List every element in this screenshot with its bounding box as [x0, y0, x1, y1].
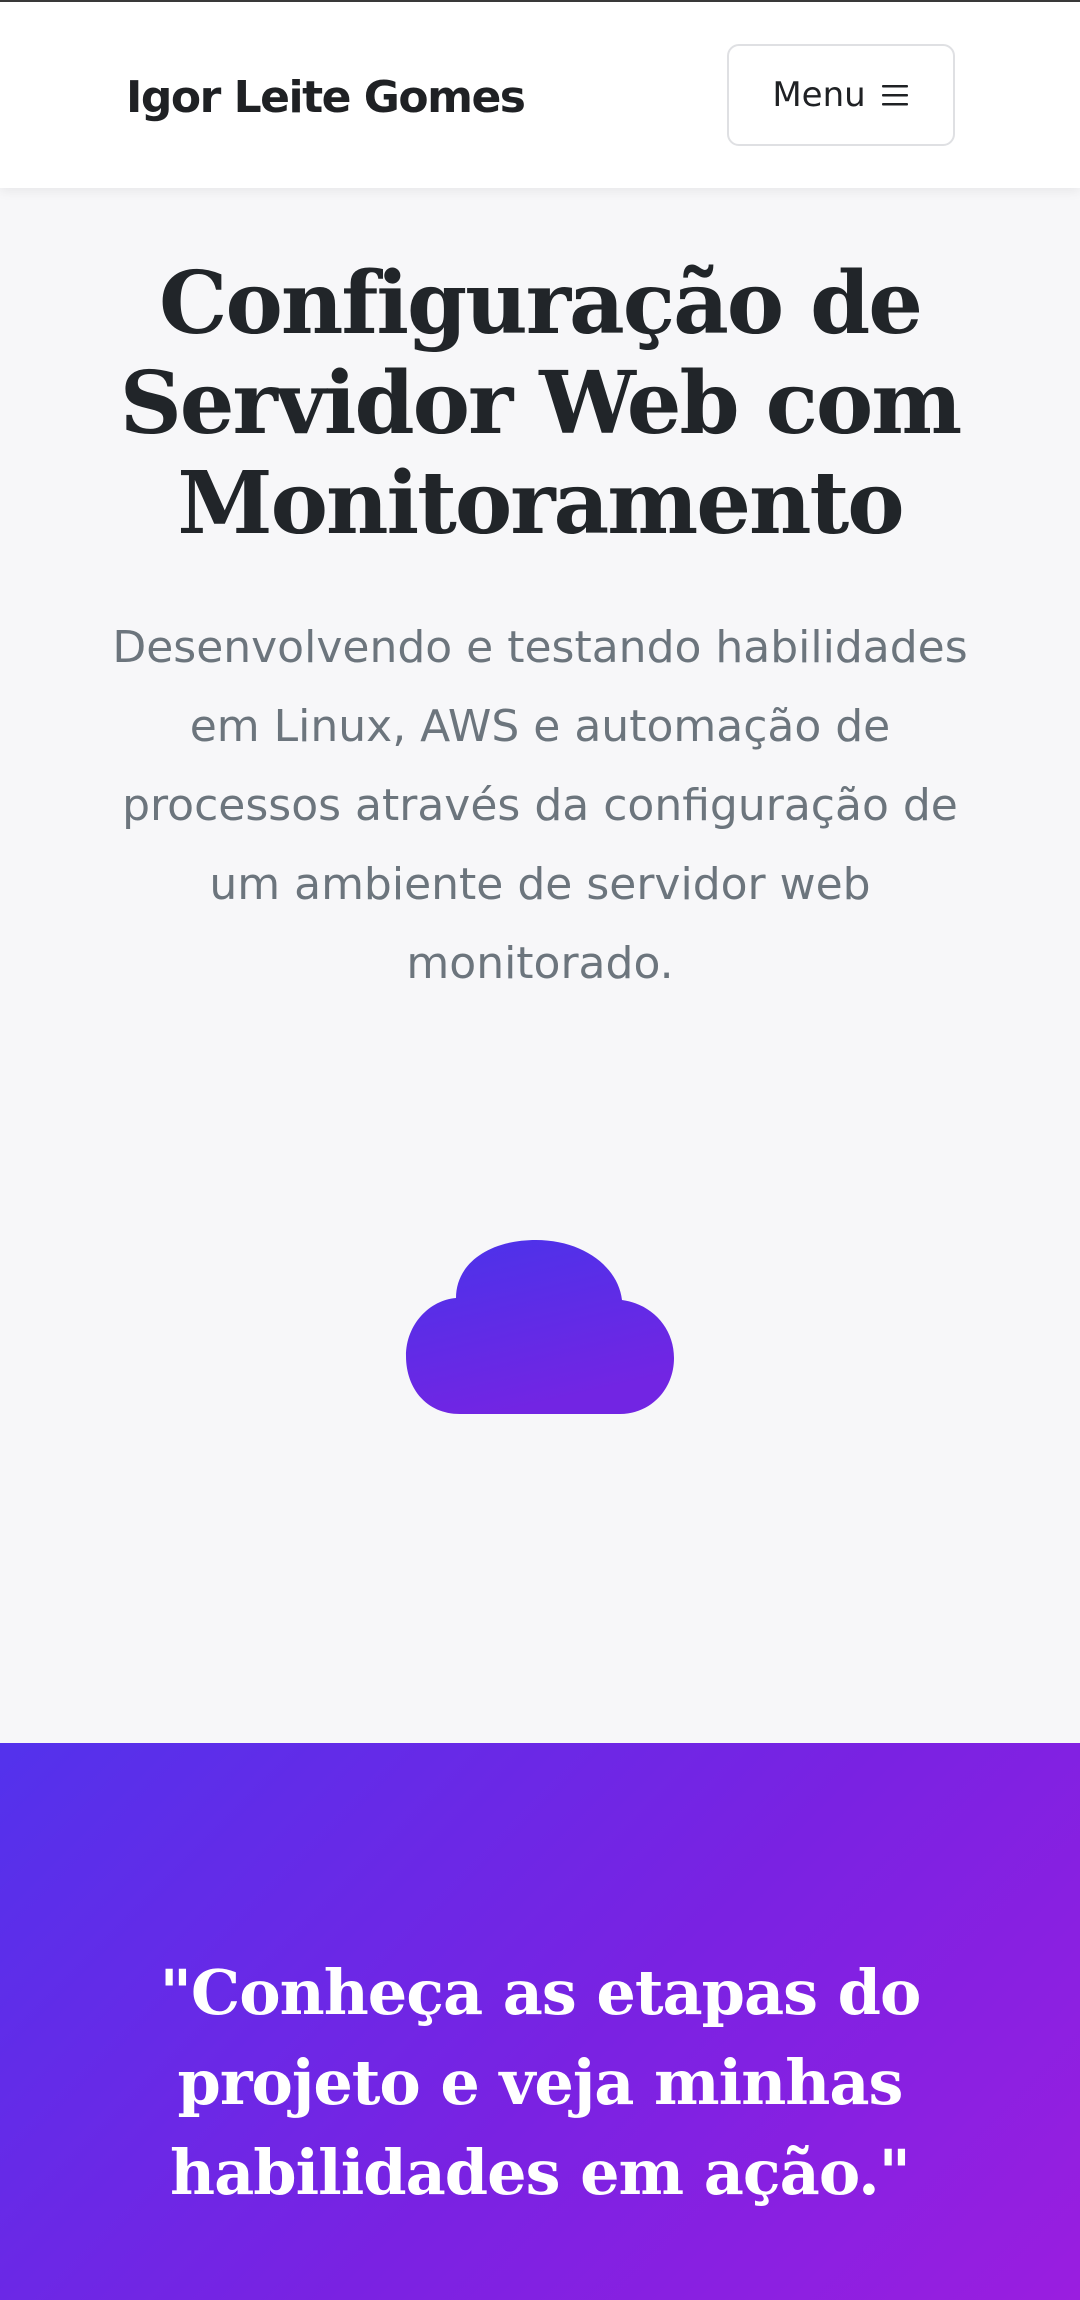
- quote-text: "Conheça as etapas do projeto e veja min…: [159, 1956, 922, 2209]
- brand-link[interactable]: Igor Leite Gomes: [126, 68, 526, 128]
- menu-button-label: Menu: [772, 75, 866, 115]
- menu-button[interactable]: Menu: [727, 44, 955, 146]
- hero-subtitle: Desenvolvendo e testando habilidades em …: [112, 622, 968, 989]
- hamburger-icon: [880, 82, 910, 108]
- navbar: Igor Leite Gomes Menu: [0, 2, 1080, 188]
- hero-section: Configuração de Servidor Web com Monitor…: [0, 188, 1080, 1743]
- quote-section: "Conheça as etapas do projeto e veja min…: [0, 1743, 1080, 2300]
- cloud-icon: [400, 1228, 680, 1428]
- page-title: Configuração de Servidor Web com Monitor…: [119, 253, 963, 554]
